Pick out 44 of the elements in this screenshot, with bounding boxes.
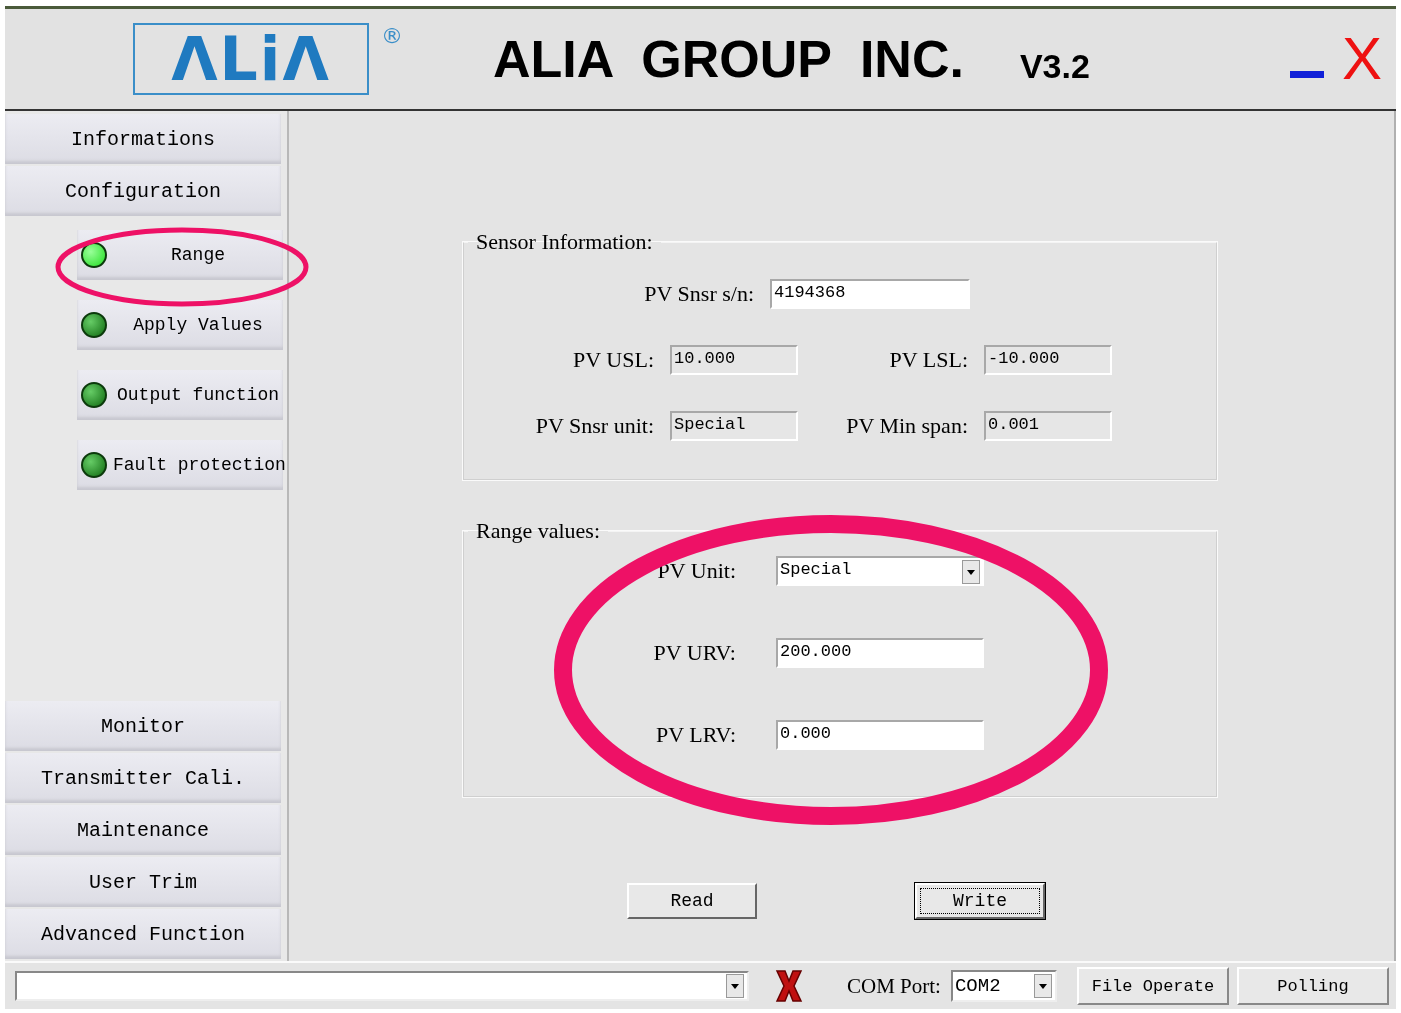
nav-button[interactable]: Maintenance: [5, 805, 281, 855]
field-label: PV USL:: [572, 347, 654, 373]
toolbar-button[interactable]: Polling: [1236, 967, 1389, 1005]
nav-subitem[interactable]: Fault protection: [77, 440, 283, 490]
nav-button[interactable]: Monitor: [5, 701, 281, 751]
minimize-icon[interactable]: [1289, 70, 1324, 78]
text-field[interactable]: 200.000: [776, 638, 984, 668]
nav-button[interactable]: User Trim: [5, 857, 281, 907]
text-field[interactable]: 10.000: [670, 345, 798, 375]
dropdown-field[interactable]: Special: [776, 556, 984, 586]
text-field[interactable]: 4194368: [770, 279, 970, 309]
toolbar-button[interactable]: File Operate: [1076, 967, 1229, 1005]
com-port-dropdown[interactable]: COM2: [950, 970, 1057, 1002]
nav-subitem[interactable]: Output function: [77, 370, 283, 420]
company-logo: ΛLiΛ: [133, 23, 369, 95]
nav-button[interactable]: Transmitter Cali.: [5, 753, 281, 803]
nav-button[interactable]: Informations: [5, 114, 281, 164]
field-label: PV LRV:: [655, 722, 736, 748]
field-label: PV Min span:: [845, 413, 968, 439]
disconnect-icon: [775, 969, 803, 1003]
dropdown-arrow-icon: [1038, 983, 1047, 989]
dropdown-arrow-icon: [731, 983, 739, 989]
registered-mark: ®: [381, 23, 403, 48]
app-title: ALIA GROUP INC.: [493, 29, 964, 89]
action-button[interactable]: Read: [627, 883, 757, 919]
text-field[interactable]: 0.000: [776, 720, 984, 750]
message-dropdown[interactable]: [15, 971, 749, 1001]
nav-subitem[interactable]: Range: [77, 230, 283, 280]
text-field[interactable]: 0.001: [984, 411, 1112, 441]
action-button[interactable]: Write: [915, 883, 1045, 919]
dropdown-arrow-icon: [967, 569, 975, 575]
group-title: Range values:: [475, 518, 602, 544]
text-field[interactable]: -10.000: [984, 345, 1112, 375]
field-label: PV Snsr unit:: [534, 413, 654, 439]
version-label: V3.2: [1019, 46, 1090, 86]
field-label: PV Snsr s/n:: [643, 281, 754, 307]
nav-button[interactable]: Advanced Function: [5, 909, 281, 959]
nav-subitem[interactable]: Apply Values: [77, 300, 283, 350]
com-port-label: COM Port:: [847, 973, 941, 999]
text-field[interactable]: Special: [670, 411, 798, 441]
nav-button[interactable]: Configuration: [5, 166, 281, 216]
group-title: Sensor Information:: [475, 229, 654, 255]
field-label: PV URV:: [652, 640, 736, 666]
field-label: PV LSL:: [888, 347, 968, 373]
